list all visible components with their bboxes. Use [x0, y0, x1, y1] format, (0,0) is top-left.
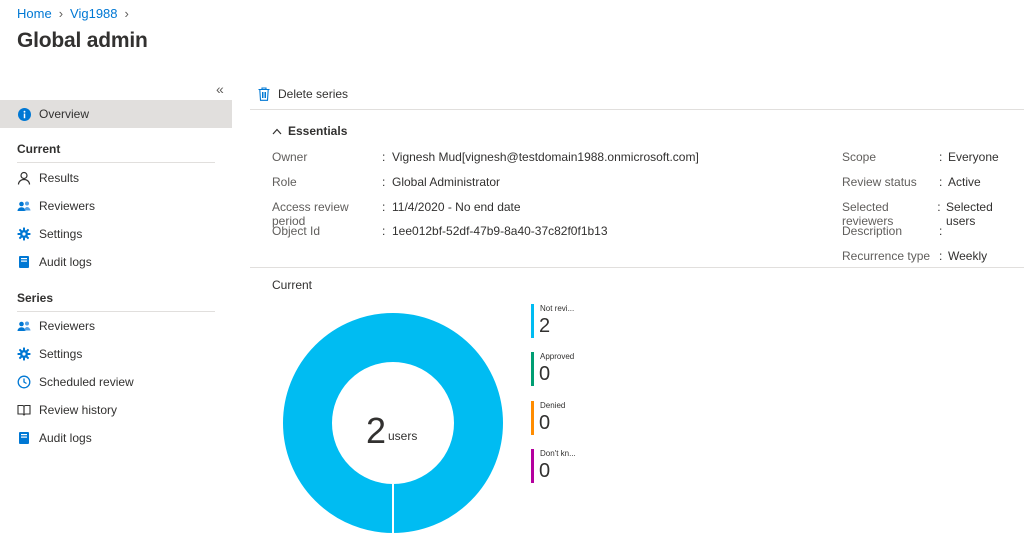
scope-label: Scope [842, 150, 877, 164]
sidebar-item-review-history[interactable]: Review history [0, 396, 232, 424]
sidebar-item-label: Scheduled review [39, 375, 134, 389]
colon: : [382, 175, 386, 189]
legend-label: Not revi... [540, 304, 575, 313]
owner-label: Owner [272, 150, 308, 164]
legend-label: Don't kn... [540, 449, 576, 458]
legend-value: 0 [539, 363, 551, 385]
legend-item-denied[interactable]: Denied 0 [531, 401, 611, 435]
sidebar-item-series-audit-logs[interactable]: Audit logs [0, 424, 232, 452]
sidebar: « Overview Current Results Reviewers Set… [0, 78, 232, 541]
legend-swatch [531, 401, 534, 435]
sidebar-item-label: Review history [39, 403, 118, 417]
legend-item-dont-know[interactable]: Don't kn... 0 [531, 449, 611, 483]
object-id-label: Object Id [272, 224, 321, 238]
donut-unit: users [388, 429, 417, 443]
log-book-icon [17, 431, 31, 445]
sidebar-item-settings[interactable]: Settings [0, 220, 232, 248]
command-bar: Delete series [250, 78, 1024, 110]
sidebar-item-label: Settings [39, 347, 83, 361]
legend-swatch [531, 449, 534, 483]
people-icon [17, 319, 31, 333]
essentials-scope-row: Scope : Everyone [842, 150, 999, 164]
book-icon [17, 403, 31, 417]
sidebar-item-results[interactable]: Results [0, 164, 232, 192]
essentials-toggle[interactable]: Essentials [272, 124, 347, 138]
legend-value: 0 [539, 460, 551, 482]
sidebar-item-overview[interactable]: Overview [0, 100, 232, 128]
sidebar-item-label: Settings [39, 227, 83, 241]
colon: : [382, 150, 386, 164]
clock-icon [17, 375, 31, 389]
sidebar-item-audit-logs[interactable]: Audit logs [0, 248, 232, 276]
sidebar-item-label: Reviewers [39, 319, 96, 333]
legend-label: Denied [540, 401, 566, 410]
chevron-right-icon: › [124, 6, 129, 21]
breadcrumb-vig1988[interactable]: Vig1988 [70, 6, 117, 21]
essentials-title: Essentials [288, 124, 348, 138]
legend-swatch [531, 352, 534, 386]
main-content: Delete series Essentials Owner : Vignesh… [250, 78, 1024, 541]
sidebar-item-label: Results [39, 171, 80, 185]
colon: : [939, 175, 943, 189]
person-icon [17, 171, 31, 185]
essentials-owner-row: Owner : Vignesh Mud[vignesh@testdomain19… [272, 150, 699, 164]
sidebar-item-series-settings[interactable]: Settings [0, 340, 232, 368]
review-status-label: Review status [842, 175, 917, 189]
page-title: Global admin [17, 29, 148, 52]
donut-total: 2 [366, 410, 386, 451]
scope-value: Everyone [948, 150, 999, 164]
essentials-role-row: Role : Global Administrator [272, 175, 500, 189]
donut-chart: 2 users [283, 313, 503, 534]
description-label: Description [842, 224, 903, 238]
chevron-up-icon [272, 128, 288, 135]
legend-value: 0 [539, 412, 551, 434]
divider [250, 267, 1024, 268]
role-value: Global Administrator [392, 175, 501, 189]
essentials-status-row: Review status : Active [842, 175, 981, 189]
sidebar-item-reviewers[interactable]: Reviewers [0, 192, 232, 220]
sidebar-item-label: Reviewers [39, 199, 96, 213]
owner-value: Vignesh Mud[vignesh@testdomain1988.onmic… [392, 150, 699, 164]
recurrence-type-label: Recurrence type [842, 249, 931, 263]
trash-icon [258, 86, 278, 101]
breadcrumb: Home › Vig1988 › [17, 6, 136, 21]
log-book-icon [17, 255, 31, 269]
essentials-description-row: Description : [842, 224, 948, 238]
info-icon [17, 107, 31, 121]
collapse-sidebar-button[interactable]: « [216, 81, 224, 97]
legend-swatch [531, 304, 534, 338]
delete-series-label: Delete series [278, 86, 349, 101]
divider [17, 162, 215, 163]
object-id-value: 1ee012bf-52df-47b9-8a40-37c82f0f1b13 [392, 224, 608, 238]
colon: : [382, 224, 386, 238]
sidebar-item-label: Overview [39, 107, 90, 121]
current-section-title: Current [272, 278, 313, 292]
recurrence-type-value: Weekly [948, 249, 988, 263]
gear-icon [17, 227, 31, 241]
colon: : [939, 224, 943, 238]
legend-item-not-reviewed[interactable]: Not revi... 2 [531, 304, 611, 338]
essentials-recurrence-row: Recurrence type : Weekly [842, 249, 987, 263]
essentials-object-id-row: Object Id : 1ee012bf-52df-47b9-8a40-37c8… [272, 224, 608, 238]
sidebar-section-series: Series [17, 291, 54, 305]
chevron-right-icon: › [58, 6, 64, 21]
people-icon [17, 199, 31, 213]
role-label: Role [272, 175, 297, 189]
donut-ring[interactable] [283, 313, 503, 533]
sidebar-item-label: Audit logs [39, 431, 92, 445]
review-status-value: Active [948, 175, 981, 189]
colon: : [939, 150, 943, 164]
sidebar-section-current: Current [17, 142, 61, 156]
sidebar-item-label: Audit logs [39, 255, 92, 269]
colon: : [939, 249, 943, 263]
gear-icon [17, 347, 31, 361]
breadcrumb-home[interactable]: Home [17, 6, 52, 21]
legend-item-approved[interactable]: Approved 0 [531, 352, 611, 386]
legend-value: 2 [539, 315, 551, 337]
sidebar-item-scheduled-review[interactable]: Scheduled review [0, 368, 232, 396]
legend-label: Approved [540, 352, 575, 361]
delete-series-button[interactable]: Delete series [258, 87, 348, 101]
selected-reviewers-value: Selected users [946, 200, 993, 228]
sidebar-item-series-reviewers[interactable]: Reviewers [0, 312, 232, 340]
